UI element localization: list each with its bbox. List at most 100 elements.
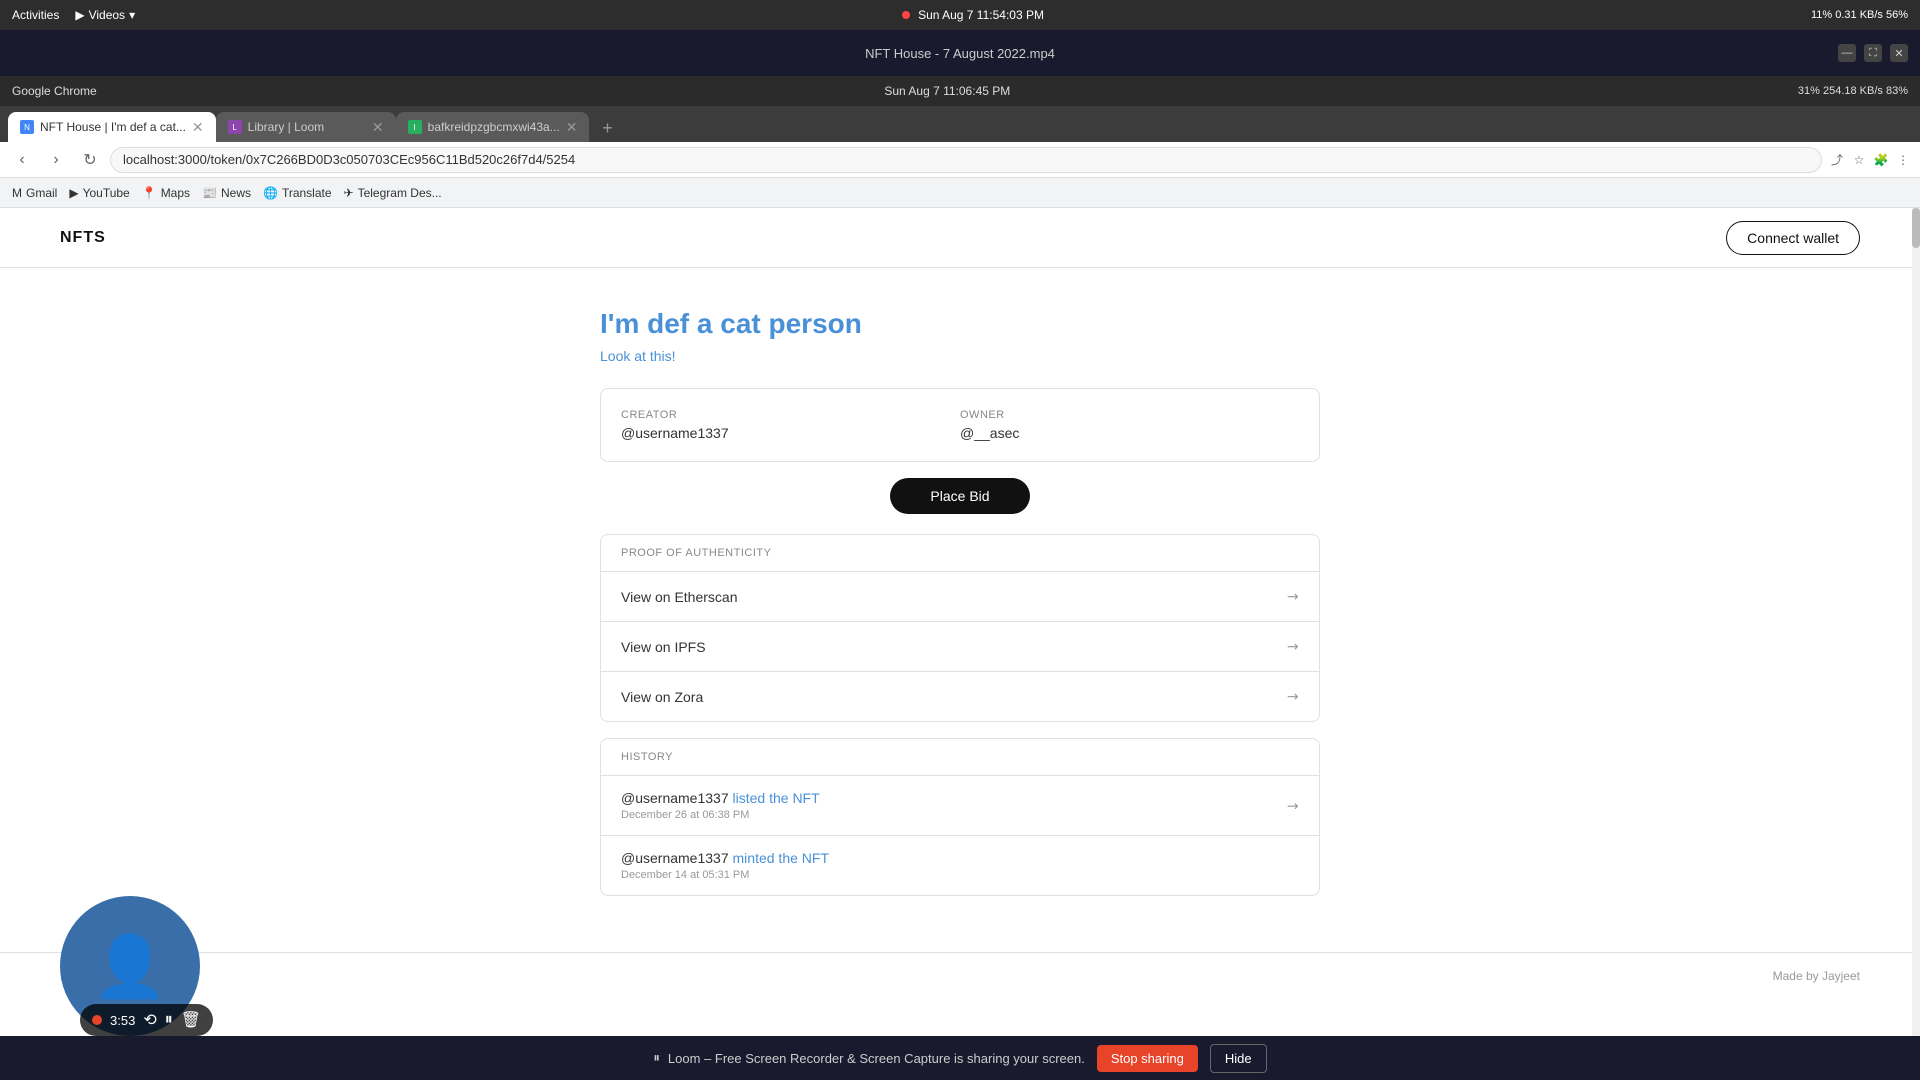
tab-favicon-nft: N: [20, 120, 34, 134]
browser-addressbar: ‹ › ↻ ⤴ ☆ 🧩 ⋮: [0, 142, 1920, 178]
bookmark-telegram-label: Telegram Des...: [358, 186, 442, 200]
tab-favicon-loom: L: [228, 120, 242, 134]
proof-row-zora[interactable]: View on Zora ↗: [601, 672, 1319, 721]
tab-close-loom[interactable]: ✕: [372, 119, 384, 136]
external-link-icon-zora: ↗: [1283, 686, 1303, 706]
history-date-listed: December 26 at 06:38 PM: [621, 809, 1299, 821]
rewind-icon[interactable]: ⟲: [143, 1010, 156, 1030]
tab-close-ipfs[interactable]: ✕: [566, 119, 578, 136]
tab-label-loom: Library | Loom: [248, 120, 366, 134]
address-input[interactable]: [110, 147, 1822, 173]
telegram-icon: ✈: [344, 186, 354, 200]
bookmark-translate[interactable]: 🌐 Translate: [263, 186, 332, 200]
proof-label-etherscan: View on Etherscan: [621, 589, 737, 605]
bookmark-news-label: News: [221, 186, 251, 200]
activities-label[interactable]: Activities: [12, 8, 59, 22]
video-time: 3:53: [110, 1013, 135, 1028]
proof-row-ipfs[interactable]: View on IPFS ↗: [601, 622, 1319, 672]
history-action-minted[interactable]: minted the NFT: [733, 850, 829, 866]
bookmark-news[interactable]: 📰 News: [202, 186, 251, 200]
title-bar-controls: — ⛶ ✕: [1838, 44, 1908, 62]
scrollbar-thumb[interactable]: [1912, 208, 1920, 248]
proof-row-etherscan[interactable]: View on Etherscan ↗: [601, 572, 1319, 622]
tab-favicon-ipfs: I: [408, 120, 422, 134]
play-icon: ▶: [75, 8, 84, 22]
video-controls: 3:53 ⟲ ⏸ 🗑: [80, 1004, 213, 1036]
back-button[interactable]: ‹: [8, 146, 36, 174]
proof-label-zora: View on Zora: [621, 689, 703, 705]
bookmark-maps[interactable]: 📍 Maps: [142, 186, 190, 200]
browser-tab-loom[interactable]: L Library | Loom ✕: [216, 112, 396, 142]
videos-menu[interactable]: ▶ Videos ▾: [75, 8, 135, 22]
browser-time: Sun Aug 7 11:06:45 PM: [884, 84, 1010, 98]
record-dot: [902, 11, 910, 19]
stop-sharing-button[interactable]: Stop sharing: [1097, 1045, 1198, 1072]
browser-right-indicators: 31% 254.18 KB/s 83%: [1798, 85, 1908, 97]
history-action-listed[interactable]: listed the NFT: [733, 790, 820, 806]
forward-button[interactable]: ›: [42, 146, 70, 174]
creator-col: CREATOR @username1337: [621, 409, 960, 441]
loom-pause-icon: ⏸: [653, 1050, 660, 1066]
browser-tab-ipfs[interactable]: I bafkreidpzgbcmxwi43a... ✕: [396, 112, 590, 142]
user-avatar-icon: 👤: [93, 931, 168, 1002]
hide-button[interactable]: Hide: [1210, 1044, 1267, 1073]
browser-bookmarks: M Gmail ▶ YouTube 📍 Maps 📰 News 🌐 Transl…: [0, 178, 1920, 208]
os-topbar-center: Sun Aug 7 11:54:03 PM: [902, 8, 1044, 22]
owner-value: @__asec: [960, 425, 1299, 441]
youtube-icon: ▶: [69, 186, 78, 200]
proof-label-ipfs: View on IPFS: [621, 639, 706, 655]
bookmark-youtube-label: YouTube: [83, 186, 130, 200]
history-actor-1: @username1337: [621, 790, 733, 806]
stop-icon[interactable]: 🗑: [181, 1010, 201, 1030]
bookmark-telegram[interactable]: ✈ Telegram Des...: [344, 186, 442, 200]
history-actor-2: @username1337: [621, 850, 733, 866]
extensions-icon[interactable]: 🧩: [1872, 151, 1890, 169]
history-header: HISTORY: [601, 739, 1319, 776]
history-row-listed: @username1337 listed the NFT December 26…: [601, 776, 1319, 836]
history-section: HISTORY @username1337 listed the NFT Dec…: [600, 738, 1320, 896]
nft-description: Look at this!: [600, 348, 1320, 364]
title-bar: NFT House - 7 August 2022.mp4 — ⛶ ✕: [0, 30, 1920, 76]
bookmark-youtube[interactable]: ▶ YouTube: [69, 186, 129, 200]
minimize-button[interactable]: —: [1838, 44, 1856, 62]
browser-tab-nft[interactable]: N NFT House | I'm def a cat... ✕: [8, 112, 216, 142]
os-topbar-left: Activities ▶ Videos ▾: [12, 8, 135, 22]
address-icons: ⤴ ☆ 🧩 ⋮: [1828, 151, 1912, 169]
history-text-listed: @username1337 listed the NFT: [621, 790, 1299, 806]
os-topbar-right: 11% 0.31 KB/s 56%: [1811, 9, 1908, 21]
browser-menubar-left: Google Chrome: [12, 84, 97, 98]
connect-wallet-button[interactable]: Connect wallet: [1726, 221, 1860, 255]
nft-logo: NFTS: [60, 229, 106, 247]
loom-bar-message: Loom – Free Screen Recorder & Screen Cap…: [668, 1051, 1085, 1066]
creator-label: CREATOR: [621, 409, 960, 421]
window-title: NFT House - 7 August 2022.mp4: [865, 46, 1055, 61]
bookmark-maps-label: Maps: [161, 186, 190, 200]
bookmark-gmail[interactable]: M Gmail: [12, 186, 57, 200]
new-tab-button[interactable]: +: [593, 114, 621, 142]
loom-bar-text: ⏸ Loom – Free Screen Recorder & Screen C…: [653, 1050, 1084, 1066]
os-datetime: Sun Aug 7 11:54:03 PM: [918, 8, 1044, 22]
gmail-icon: M: [12, 186, 22, 200]
maximize-button[interactable]: ⛶: [1864, 44, 1882, 62]
owner-col: OWNER @__asec: [960, 409, 1299, 441]
history-row-minted: @username1337 minted the NFT December 14…: [601, 836, 1319, 895]
browser-menubar: Google Chrome Sun Aug 7 11:06:45 PM 31% …: [0, 76, 1920, 106]
proof-header: PROOF OF AUTHENTICITY: [601, 535, 1319, 572]
os-topbar: Activities ▶ Videos ▾ Sun Aug 7 11:54:03…: [0, 0, 1920, 30]
pause-icon[interactable]: ⏸: [165, 1011, 173, 1029]
tab-label-nft: NFT House | I'm def a cat...: [40, 120, 186, 134]
reload-button[interactable]: ↻: [76, 146, 104, 174]
tab-close-nft[interactable]: ✕: [192, 119, 204, 136]
browser-tabs: N NFT House | I'm def a cat... ✕ L Libra…: [0, 106, 1920, 142]
close-button[interactable]: ✕: [1890, 44, 1908, 62]
translate-icon: 🌐: [263, 186, 278, 200]
bookmark-icon[interactable]: ☆: [1850, 151, 1868, 169]
video-overlay: 👤 3:53 ⟲ ⏸ 🗑: [60, 896, 200, 1036]
nft-main: I'm def a cat person Look at this! CREAT…: [580, 268, 1340, 952]
more-icon[interactable]: ⋮: [1894, 151, 1912, 169]
scrollbar[interactable]: [1912, 208, 1920, 1080]
share-icon[interactable]: ⤴: [1828, 151, 1846, 169]
tab-label-ipfs: bafkreidpzgbcmxwi43a...: [428, 120, 560, 134]
nft-title: I'm def a cat person: [600, 308, 1320, 340]
place-bid-button[interactable]: Place Bid: [890, 478, 1030, 514]
